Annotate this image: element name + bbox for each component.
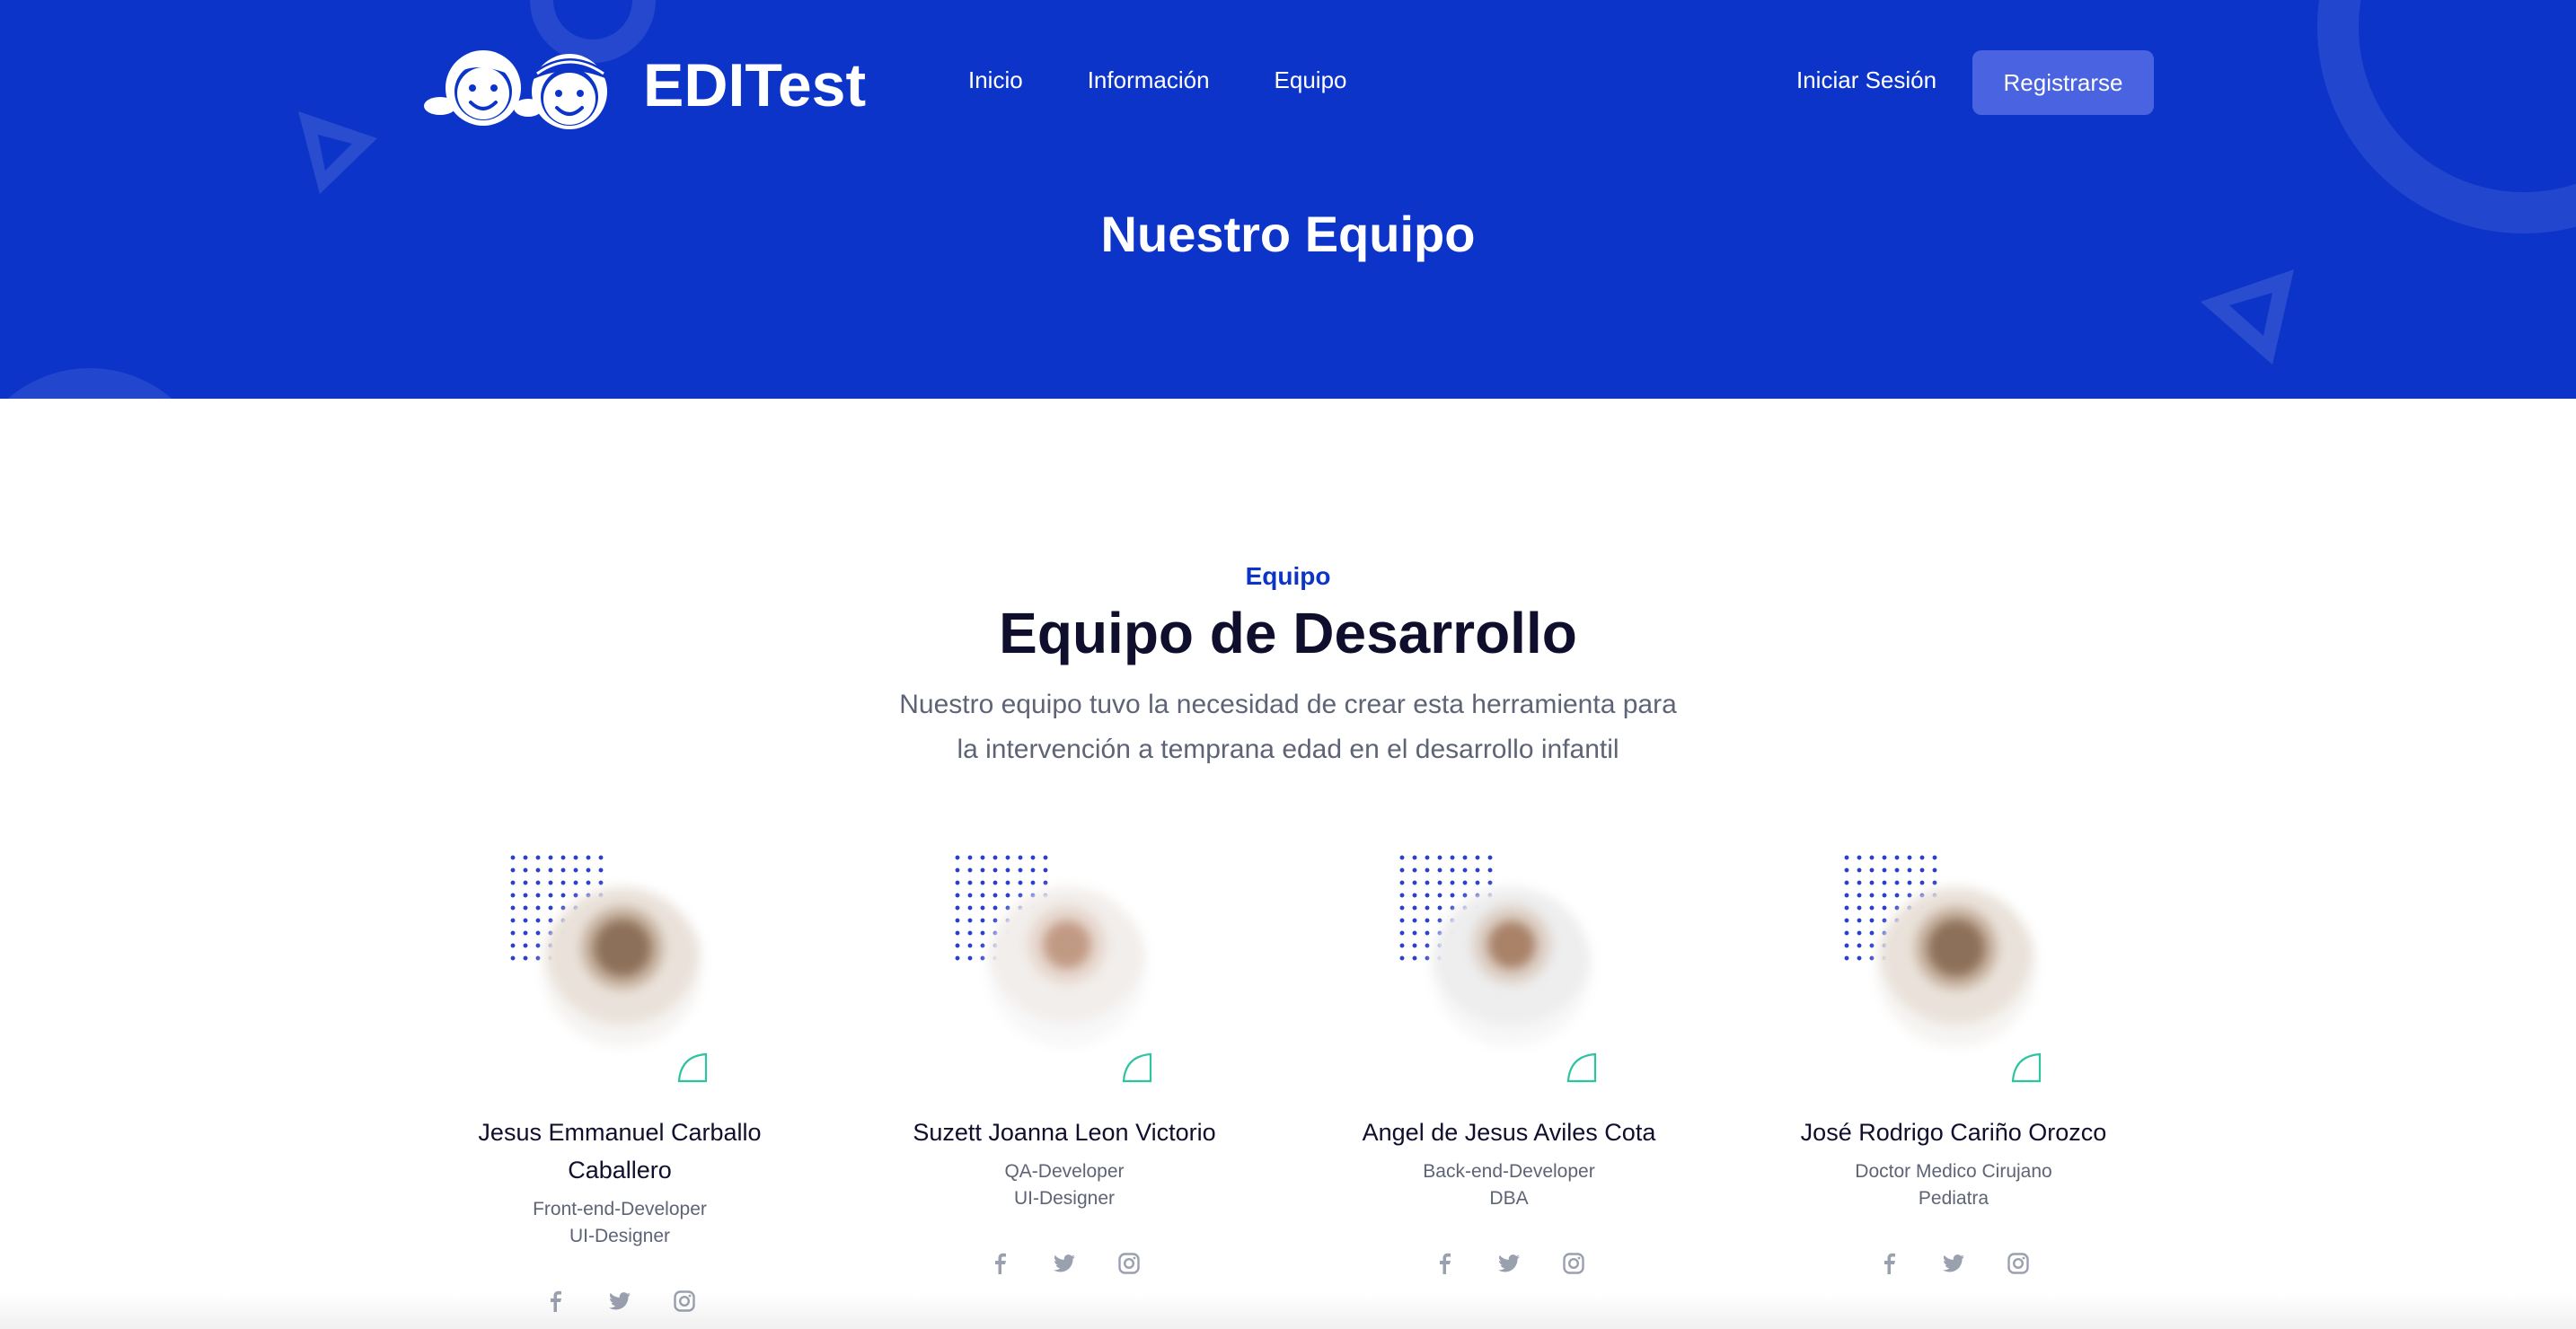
instagram-icon[interactable] (1562, 1252, 1585, 1275)
member-roles: QA-Developer UI-Designer (876, 1158, 1253, 1212)
twitter-icon[interactable] (1942, 1252, 1965, 1275)
facebook-icon[interactable] (1877, 1252, 1901, 1275)
top-navigation: EDITest Inicio Información Equipo Inicia… (0, 0, 2576, 165)
member-role: QA-Developer (1004, 1161, 1125, 1182)
decorative-ring (0, 368, 216, 399)
nav-links: Inicio Información Equipo (968, 66, 1347, 94)
member-name: José Rodrigo Cariño Orozco (1800, 1119, 2107, 1146)
facebook-icon[interactable] (988, 1252, 1011, 1275)
section-description-line: Nuestro equipo tuvo la necesidad de crea… (899, 690, 1677, 719)
brand-name: EDITest (643, 51, 867, 119)
quarter-circle-icon (677, 1052, 708, 1083)
avatar (1876, 887, 2036, 1047)
member-roles: Doctor Medico Cirujano Pediatra (1765, 1158, 2142, 1212)
member-role: UI-Designer (569, 1226, 671, 1246)
bottom-shadow (0, 1293, 2576, 1329)
member-role: Front-end-Developer (533, 1199, 707, 1219)
nav-link-inicio[interactable]: Inicio (968, 66, 1023, 94)
member-name: Suzett Joanna Leon Victorio (913, 1119, 1216, 1146)
register-button[interactable]: Registrarse (1972, 50, 2154, 115)
facebook-icon[interactable] (1433, 1252, 1456, 1275)
member-roles: Back-end-Developer DBA (1320, 1158, 1698, 1212)
section-title: Equipo de Desarrollo (999, 601, 1577, 665)
member-roles: Front-end-Developer UI-Designer (431, 1196, 808, 1250)
nav-link-informacion[interactable]: Información (1088, 66, 1210, 94)
twitter-icon[interactable] (1497, 1252, 1521, 1275)
twitter-icon[interactable] (1053, 1252, 1076, 1275)
brand-logo[interactable]: EDITest (424, 36, 866, 135)
avatar (987, 887, 1147, 1047)
section-description: Nuestro equipo tuvo la necesidad de crea… (839, 682, 1737, 772)
avatar (543, 887, 702, 1047)
member-role: DBA (1489, 1188, 1529, 1209)
quarter-circle-icon (1122, 1052, 1152, 1083)
member-name: Angel de Jesus Aviles Cota (1362, 1119, 1656, 1146)
member-role: UI-Designer (1013, 1188, 1116, 1209)
member-role: Doctor Medico Cirujano (1855, 1161, 2052, 1182)
instagram-icon[interactable] (2007, 1252, 2030, 1275)
social-links (1765, 1252, 2142, 1275)
page-title: Nuestro Equipo (1100, 206, 1476, 262)
quarter-circle-icon (1566, 1052, 1597, 1083)
decorative-triangle (2201, 269, 2294, 365)
quarter-circle-icon (2011, 1052, 2042, 1083)
kids-faces-logo-icon (424, 50, 607, 129)
nav-link-equipo[interactable]: Equipo (1275, 66, 1347, 94)
instagram-icon[interactable] (1117, 1252, 1141, 1275)
member-name: Jesus Emmanuel Carballo Caballero (478, 1119, 762, 1184)
section-eyebrow: Equipo (1245, 562, 1331, 590)
member-role: Pediatra (1918, 1188, 1989, 1209)
section-description-line: la intervención a temprana edad en el de… (957, 735, 1619, 764)
social-links (876, 1252, 1253, 1275)
avatar (1432, 887, 1592, 1047)
hero-banner: EDITest Inicio Información Equipo Inicia… (0, 0, 2576, 399)
login-link[interactable]: Iniciar Sesión (1796, 66, 1936, 94)
social-links (1320, 1252, 1698, 1275)
member-role: Back-end-Developer (1423, 1161, 1595, 1182)
